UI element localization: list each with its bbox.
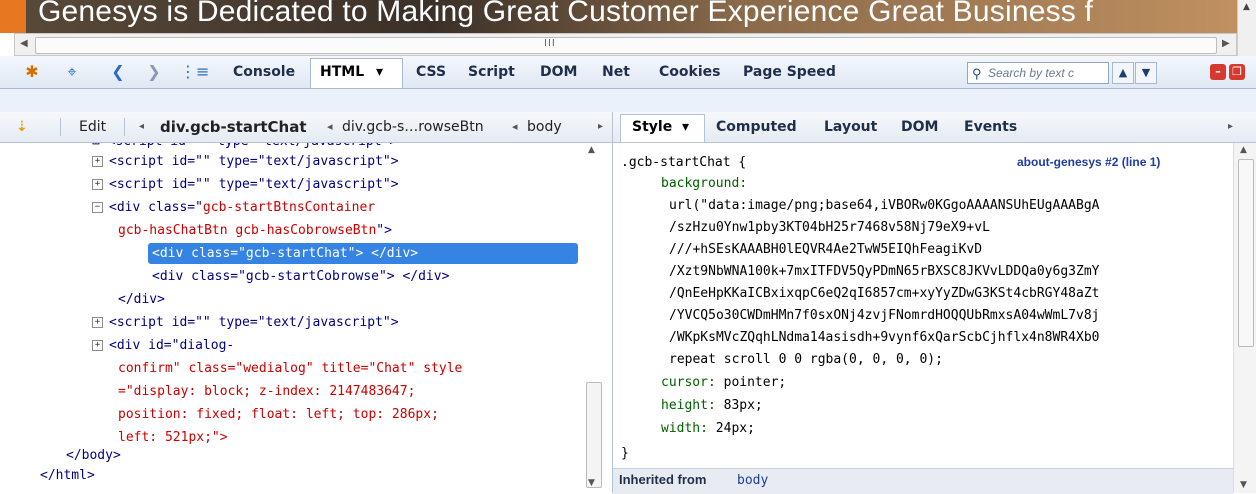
breadcrumb-item-body[interactable]: body bbox=[527, 112, 562, 142]
css-url-line: /szHzu0Ynw1pby3KT04bH25r7468v58Nj79eX9+v… bbox=[669, 220, 990, 235]
html-dropdown-icon[interactable]: ▾ bbox=[376, 56, 383, 88]
tree-node-body-close: </body> bbox=[66, 448, 121, 463]
edit-button[interactable]: Edit bbox=[79, 112, 106, 142]
tab-html[interactable]: HTML bbox=[320, 56, 364, 88]
tab-console[interactable]: Console bbox=[233, 56, 295, 88]
css-source-link[interactable]: about-genesys #2 (line 1) bbox=[1017, 152, 1160, 173]
page-horizontal-scrollbar[interactable]: ◀ III ▶ bbox=[14, 33, 1237, 56]
inherited-section-header: Inherited from body bbox=[613, 468, 1233, 494]
breadcrumb-item-current[interactable]: div.gcb-startChat bbox=[160, 112, 307, 142]
tab-layout[interactable]: Layout bbox=[824, 112, 877, 142]
tab-cookies[interactable]: Cookies bbox=[659, 56, 720, 88]
scrollbar-thumb[interactable]: III bbox=[35, 37, 1217, 54]
breadcrumb-separator-icon: ◂ bbox=[327, 120, 333, 133]
tree-node-dialog-cont: confirm" class="wedialog" title="Chat" s… bbox=[118, 361, 463, 376]
firebug-icon[interactable]: ✱ bbox=[22, 62, 42, 82]
tree-node-html-close: </html> bbox=[40, 468, 95, 483]
style-panel: .gcb-startChat { about-genesys #2 (line … bbox=[613, 143, 1233, 493]
search-prev-button[interactable]: ▲ bbox=[1112, 62, 1134, 84]
scrollbar-thumb[interactable] bbox=[586, 382, 602, 488]
tree-node-div-container-cont: gcb-hasChatBtn gcb-hasCobrowseBtn"> bbox=[118, 223, 392, 238]
style-dropdown-icon[interactable]: ▾ bbox=[682, 112, 689, 142]
css-background-repeat[interactable]: repeat scroll 0 0 rgba(0, 0, 0, 0); bbox=[669, 349, 943, 370]
tree-node-dialog-style: ="display: block; z-index: 2147483647; bbox=[118, 384, 416, 399]
tab-net[interactable]: Net bbox=[602, 56, 630, 88]
scroll-up-icon[interactable]: ▲ bbox=[1240, 145, 1247, 155]
inherited-target-link[interactable]: body bbox=[737, 473, 768, 488]
search-placeholder: Search by text c bbox=[988, 66, 1075, 80]
css-url-line: /WKpKsMVcZQqhLNdma14asisdh+9vynf6xQarScb… bbox=[669, 330, 1100, 345]
breadcrumb-item-parent[interactable]: div.gcb-s…rowseBtn bbox=[342, 112, 484, 142]
tab-style[interactable]: Style bbox=[632, 112, 672, 142]
expand-icon[interactable]: + bbox=[92, 156, 103, 167]
inspect-icon[interactable]: ⌖ bbox=[62, 62, 82, 82]
tree-node-div-close: </div> bbox=[118, 292, 165, 307]
tab-computed[interactable]: Computed bbox=[716, 112, 797, 142]
tab-css[interactable]: CSS bbox=[416, 56, 446, 88]
css-url-line: /YVCQ5o30CWDmHMn7f0sxONj4zvjFNomrdHOQQUb… bbox=[669, 308, 1100, 323]
command-line-icon[interactable]: ⋮≡ bbox=[180, 62, 209, 82]
html-tree-scrollbar[interactable]: ▲ ▼ bbox=[580, 143, 612, 493]
tree-node-dialog-style-cont: position: fixed; float: left; top: 286px… bbox=[118, 407, 439, 422]
break-on-mutate-icon[interactable]: ⇣ bbox=[16, 112, 28, 142]
scrollbar-thumb[interactable] bbox=[1238, 159, 1254, 347]
expand-icon[interactable]: + bbox=[92, 317, 103, 328]
tree-node-div-container[interactable]: − <div class="gcb-startBtnsContainer bbox=[92, 197, 375, 218]
search-icon: ⚲ bbox=[972, 66, 982, 81]
css-url-line: /Xzt9NbWNA100k+7mxITFDV5QyPDmN65rBXSC8JK… bbox=[669, 264, 1100, 279]
css-rule-close: } bbox=[621, 446, 629, 461]
scroll-down-icon[interactable]: ▼ bbox=[1240, 480, 1247, 490]
css-selector[interactable]: .gcb-startChat { bbox=[621, 152, 746, 173]
main-toolbar: ✱ ⌖ ❮ ❯ ⋮≡ Console HTML ▾ CSS Script DOM… bbox=[0, 56, 1256, 89]
scroll-down-icon[interactable]: ▼ bbox=[588, 478, 595, 488]
search-input[interactable]: ⚲ Search by text c bbox=[967, 62, 1109, 84]
tree-node-dialog[interactable]: + <div id="dialog- bbox=[92, 335, 234, 356]
css-url-line[interactable]: url("data:image/png;base64,iVBORw0KGgoAA… bbox=[669, 195, 1099, 216]
tree-node-dialog-style-end: left: 521px;"> bbox=[118, 430, 228, 445]
css-url-line: ///+hSEsKAAABH0lEQVR4Ae2TwW5EIQhFeagiKvD bbox=[669, 242, 983, 257]
collapse-icon[interactable]: − bbox=[92, 202, 103, 213]
tab-script[interactable]: Script bbox=[468, 56, 515, 88]
forward-icon[interactable]: ❯ bbox=[144, 62, 164, 82]
tree-node-script[interactable]: + <script id="" type="text/javascript"> bbox=[92, 312, 399, 333]
css-prop-cursor[interactable]: cursor: pointer; bbox=[661, 372, 786, 393]
expand-icon[interactable]: + bbox=[92, 179, 103, 190]
html-tree-panel: ⊞ <script id="" type="text/javascript"> … bbox=[0, 143, 580, 493]
expand-icon[interactable]: + bbox=[92, 340, 103, 351]
firebug-panel: ✱ ⌖ ❮ ❯ ⋮≡ Console HTML ▾ CSS Script DOM… bbox=[0, 56, 1256, 112]
detach-icon[interactable]: ❐ bbox=[1229, 64, 1245, 80]
breadcrumb: ⇣ Edit ◂ div.gcb-startChat ◂ div.gcb-s…r… bbox=[0, 112, 612, 142]
side-tabs-more-icon[interactable]: ▸ bbox=[1228, 112, 1233, 142]
breadcrumb-scroll-right-icon[interactable]: ▸ bbox=[598, 112, 603, 142]
scroll-up-icon[interactable]: ▲ bbox=[1243, 2, 1250, 12]
banner-accent bbox=[0, 0, 26, 33]
page-vertical-scrollbar[interactable]: ▲ bbox=[1237, 0, 1256, 56]
tab-page-speed[interactable]: Page Speed bbox=[743, 56, 836, 88]
css-prop-width[interactable]: width: 24px; bbox=[661, 418, 755, 439]
tab-dom[interactable]: DOM bbox=[540, 56, 577, 88]
page-banner: Genesys is Dedicated to Making Great Cus… bbox=[0, 0, 1237, 33]
back-icon[interactable]: ❮ bbox=[108, 62, 128, 82]
breadcrumb-separator-icon: ◂ bbox=[512, 120, 518, 133]
tree-node-startcobrowse[interactable]: <div class="gcb-startCobrowse"> </div> bbox=[152, 266, 449, 287]
css-url-line: /QnEeHpKKaICBxixqpC6eQ2qI6857cm+xyYyZDwG… bbox=[669, 286, 1100, 301]
tab-events[interactable]: Events bbox=[964, 112, 1017, 142]
tree-node-script[interactable]: + <script id="" type="text/javascript"> bbox=[92, 174, 399, 195]
search-next-button[interactable]: ▼ bbox=[1135, 62, 1157, 84]
scroll-left-icon[interactable]: ◀ bbox=[20, 38, 28, 49]
breadcrumb-scroll-left-icon[interactable]: ◂ bbox=[139, 112, 144, 142]
scroll-up-icon[interactable]: ▲ bbox=[588, 145, 595, 155]
css-prop-background[interactable]: background: bbox=[661, 173, 747, 194]
css-prop-height[interactable]: height: 83px; bbox=[661, 395, 763, 416]
tree-node-startchat-selected[interactable]: <div class="gcb-startChat"> </div> bbox=[152, 243, 418, 264]
banner-heading: Genesys is Dedicated to Making Great Cus… bbox=[38, 0, 1094, 28]
inherited-label: Inherited from bbox=[619, 472, 707, 487]
style-panel-scrollbar[interactable]: ▲ ▼ bbox=[1233, 143, 1256, 493]
tree-node-script[interactable]: + <script id="" type="text/javascript"> bbox=[92, 151, 399, 172]
scroll-right-icon[interactable]: ▶ bbox=[1222, 38, 1230, 49]
scrollbar-grip: III bbox=[544, 38, 556, 49]
tab-side-dom[interactable]: DOM bbox=[901, 112, 938, 142]
minimize-icon[interactable]: – bbox=[1210, 64, 1226, 80]
